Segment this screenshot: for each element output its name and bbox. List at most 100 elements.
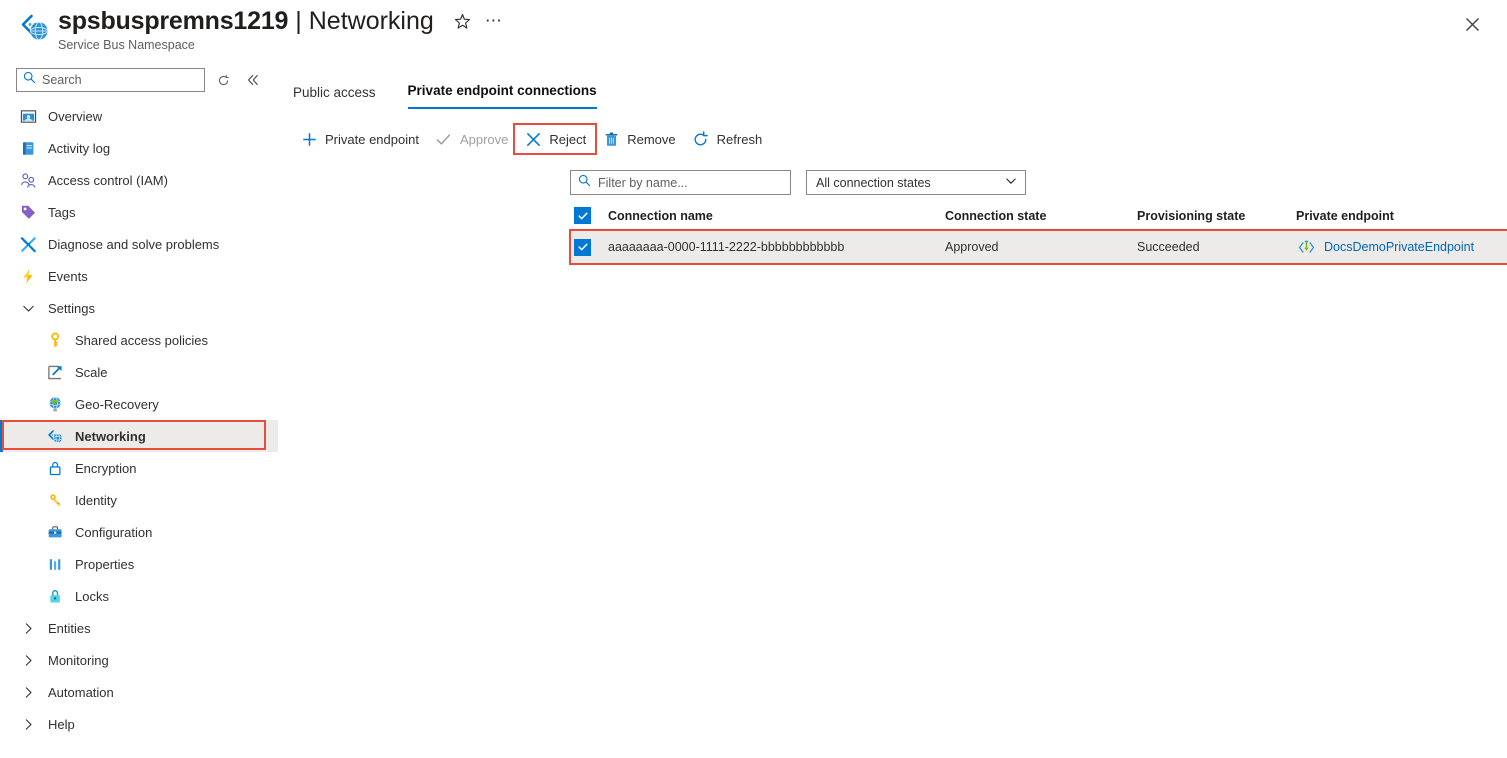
sidebar-item-label: Locks	[75, 588, 109, 604]
title-separator: |	[295, 6, 302, 35]
sidebar-item-geo-recovery[interactable]: Geo-Recovery	[0, 388, 278, 420]
resource-type-subtitle: Service Bus Namespace	[58, 38, 195, 52]
lock-outline-icon	[45, 458, 65, 478]
sidebar-item-label: Activity log	[48, 140, 111, 156]
blade-name: Networking	[308, 6, 434, 35]
lightning-icon	[18, 266, 38, 286]
page-title: spsbuspremns1219 | Networking ⋯	[58, 5, 503, 37]
sidebar-nav: Overview Activity log Access control (IAM)…	[0, 100, 278, 740]
sidebar-item-identity[interactable]: Identity	[0, 484, 278, 516]
sidebar-item-entities[interactable]: Entities	[0, 612, 278, 644]
chevron-right-icon	[18, 618, 38, 638]
refresh-icon	[692, 130, 710, 148]
sidebar-item-locks[interactable]: Locks	[0, 580, 278, 612]
ellipsis-icon[interactable]: ⋯	[485, 12, 503, 29]
double-chevron-left-icon[interactable]	[241, 68, 265, 92]
sidebar-item-activity-log[interactable]: Activity log	[0, 132, 278, 164]
networking-icon	[45, 426, 65, 446]
toolbar-button-label: Remove	[627, 131, 676, 147]
remove-button[interactable]: Remove	[594, 125, 683, 153]
tab-private-endpoint-connections[interactable]: Private endpoint connections	[407, 83, 597, 109]
wrench-icon	[18, 234, 38, 254]
sidebar-item-label: Tags	[48, 204, 76, 220]
filter-placeholder: Filter by name...	[598, 175, 688, 190]
column-header-private-endpoint[interactable]: Private endpoint	[1296, 209, 1507, 223]
sidebar-item-help[interactable]: Help	[0, 708, 278, 740]
row-checkbox[interactable]	[574, 238, 591, 256]
sidebar-item-label: Monitoring	[48, 652, 109, 668]
plus-icon	[300, 130, 318, 148]
row-select-cell	[570, 238, 608, 256]
blade-sidebar: Search Overview Activity log Access contro…	[0, 58, 278, 758]
sidebar-item-shared-access-policies[interactable]: Shared access policies	[0, 324, 278, 356]
column-header-connection-state[interactable]: Connection state	[945, 209, 1137, 223]
reject-button[interactable]: Reject	[513, 123, 598, 155]
toolbar-button-label: Private endpoint	[325, 131, 419, 147]
sidebar-item-label: Scale	[75, 364, 108, 380]
tag-icon	[18, 202, 38, 222]
check-icon	[435, 130, 453, 148]
sidebar-item-label: Configuration	[75, 524, 153, 540]
globe-icon	[45, 394, 65, 414]
properties-bars-icon	[45, 554, 65, 574]
sidebar-item-label: Automation	[48, 684, 114, 700]
cell-connection-name: aaaaaaaa-0000-1111-2222-bbbbbbbbbbbb	[608, 240, 845, 254]
sidebar-item-tags[interactable]: Tags	[0, 196, 278, 228]
search-placeholder: Search	[42, 73, 82, 87]
sidebar-item-networking[interactable]: Networking	[0, 420, 278, 452]
sidebar-item-properties[interactable]: Properties	[0, 548, 278, 580]
sidebar-item-label: Shared access policies	[75, 332, 208, 348]
close-icon[interactable]	[1461, 13, 1483, 35]
sidebar-item-automation[interactable]: Automation	[0, 676, 278, 708]
sidebar-item-access-control-iam[interactable]: Access control (IAM)	[0, 164, 278, 196]
toolbar-button-label: Approve	[459, 131, 509, 147]
refresh-button[interactable]: Refresh	[684, 125, 771, 153]
sidebar-item-label: Properties	[75, 556, 135, 572]
column-header-connection-name[interactable]: Connection name	[608, 209, 945, 223]
chevron-down-icon	[1005, 174, 1017, 192]
private-endpoint-button[interactable]: Private endpoint	[292, 125, 427, 153]
refresh-icon[interactable]	[211, 68, 235, 92]
sidebar-item-label: Settings	[48, 300, 95, 316]
chevron-right-icon	[18, 650, 38, 670]
sidebar-item-label: Encryption	[75, 460, 137, 476]
cell-private-endpoint: DocsDemoPrivateEndpoint	[1296, 238, 1507, 256]
table-row[interactable]: aaaaaaaa-0000-1111-2222-bbbbbbbbbbbb App…	[570, 230, 1507, 264]
blade-header: spsbuspremns1219 | Networking ⋯ Service …	[0, 0, 1507, 58]
blade-content: Public access Private endpoint connection…	[278, 58, 1507, 758]
sidebar-item-diagnose-and-solve-problems[interactable]: Diagnose and solve problems	[0, 228, 278, 260]
sidebar-item-scale[interactable]: Scale	[0, 356, 278, 388]
iam-users-icon	[18, 170, 38, 190]
scale-arrow-icon	[45, 362, 65, 382]
filter-by-name-input[interactable]: Filter by name...	[570, 170, 791, 195]
chevron-right-icon	[18, 714, 38, 734]
toolbox-icon	[45, 522, 65, 542]
column-header-provisioning-state[interactable]: Provisioning state	[1137, 209, 1296, 223]
identity-key-icon	[45, 490, 65, 510]
cell-connection-state: Approved	[945, 240, 999, 254]
tab-public-access[interactable]: Public access	[293, 85, 376, 109]
sidebar-item-label: Entities	[48, 620, 91, 636]
overview-icon	[18, 106, 38, 126]
tab-bar: Public access Private endpoint connection…	[293, 75, 629, 109]
sidebar-item-label: Access control (IAM)	[48, 172, 168, 188]
private-endpoint-link[interactable]: DocsDemoPrivateEndpoint	[1324, 240, 1474, 254]
sidebar-item-events[interactable]: Events	[0, 260, 278, 292]
sidebar-item-label: Help	[48, 716, 75, 732]
connection-state-select[interactable]: All connection states	[806, 170, 1026, 195]
select-all-checkbox[interactable]	[574, 207, 591, 224]
approve-button: Approve	[427, 125, 516, 153]
sidebar-item-settings[interactable]: Settings	[0, 292, 278, 324]
trash-icon	[602, 130, 620, 148]
search-input[interactable]: Search	[16, 68, 205, 92]
search-icon	[23, 71, 36, 89]
sidebar-item-encryption[interactable]: Encryption	[0, 452, 278, 484]
resource-name: spsbuspremns1219	[58, 6, 289, 35]
sidebar-item-label: Overview	[48, 108, 103, 124]
service-bus-namespace-icon	[18, 12, 52, 44]
sidebar-item-configuration[interactable]: Configuration	[0, 516, 278, 548]
star-icon[interactable]	[454, 13, 471, 30]
sidebar-item-monitoring[interactable]: Monitoring	[0, 644, 278, 676]
sidebar-item-overview[interactable]: Overview	[0, 100, 278, 132]
cell-provisioning-state: Succeeded	[1137, 240, 1200, 254]
